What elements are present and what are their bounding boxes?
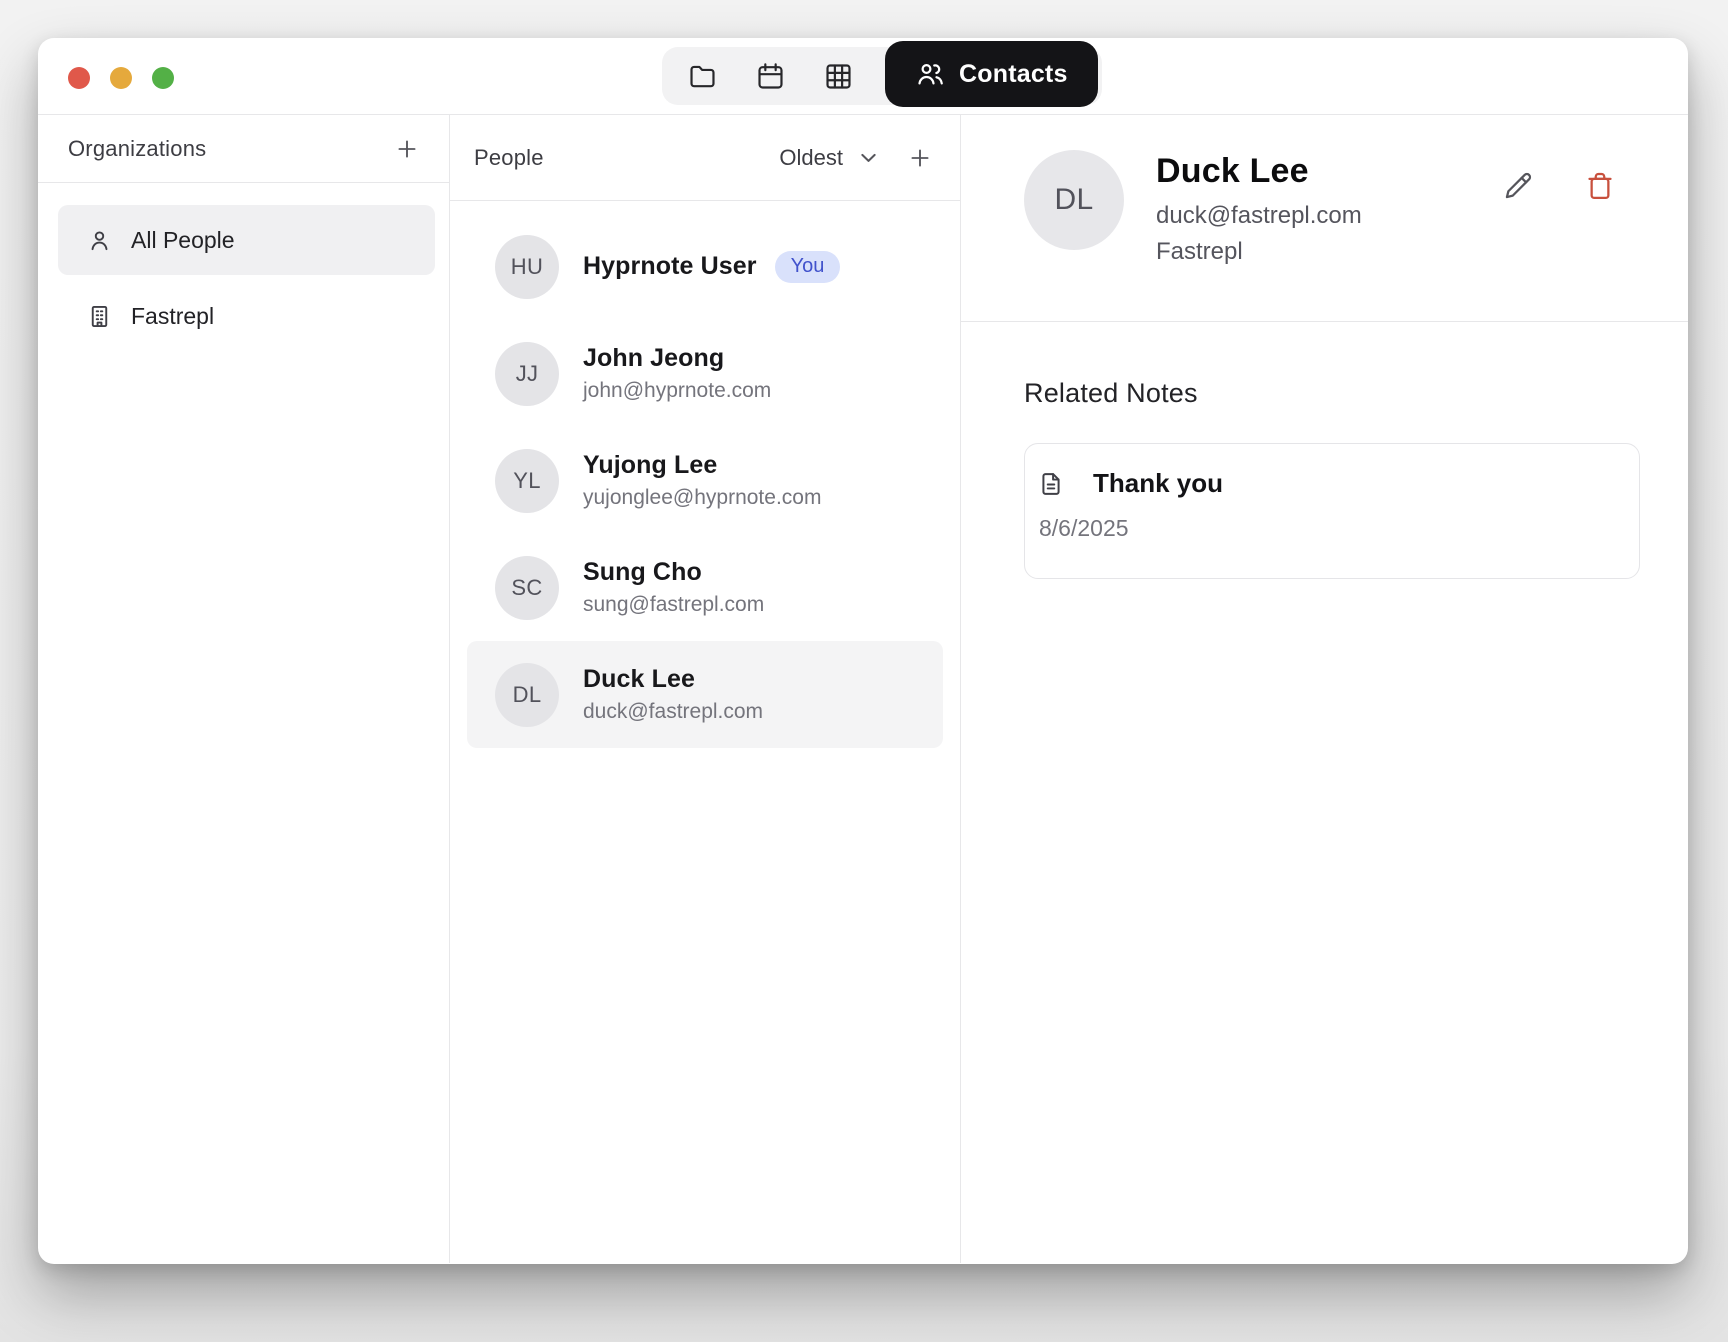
sidebar-item-label: Fastrepl <box>131 303 214 330</box>
person-row-hyprnote-user[interactable]: HU Hyprnote User You <box>467 213 943 320</box>
person-name: Duck Lee <box>583 665 763 694</box>
sidebar-item-fastrepl[interactable]: Fastrepl <box>58 281 435 351</box>
sort-dropdown-value: Oldest <box>779 145 843 171</box>
person-email: yujonglee@hyprnote.com <box>583 486 821 510</box>
trash-icon <box>1583 169 1617 203</box>
calendar-icon <box>755 61 786 92</box>
person-row-yujong-lee[interactable]: YL Yujong Lee yujonglee@hyprnote.com <box>467 427 943 534</box>
add-person-button[interactable] <box>906 144 934 172</box>
person-name: Yujong Lee <box>583 451 821 480</box>
person-icon <box>86 227 113 254</box>
add-organization-button[interactable] <box>393 135 421 163</box>
building-icon <box>86 303 113 330</box>
people-list: HU Hyprnote User You JJ John Jeong john@… <box>450 201 960 748</box>
table-icon <box>823 61 854 92</box>
plus-icon <box>393 135 421 163</box>
person-name: John Jeong <box>583 344 771 373</box>
avatar: SC <box>495 556 559 620</box>
app-window: Contacts Organizations All People <box>38 38 1688 1264</box>
avatar: HU <box>495 235 559 299</box>
edit-contact-button[interactable] <box>1501 169 1535 203</box>
avatar: DL <box>1024 150 1124 250</box>
sidebar-item-label: All People <box>131 227 235 254</box>
minimize-window-button[interactable] <box>110 67 132 89</box>
person-email: duck@fastrepl.com <box>583 700 763 724</box>
zoom-window-button[interactable] <box>152 67 174 89</box>
document-icon <box>1037 470 1065 498</box>
person-row-duck-lee[interactable]: DL Duck Lee duck@fastrepl.com <box>467 641 943 748</box>
traffic-lights <box>68 67 174 89</box>
tab-contacts[interactable]: Contacts <box>885 41 1098 107</box>
contacts-tab-label: Contacts <box>959 60 1068 89</box>
contact-organization: Fastrepl <box>1156 238 1362 266</box>
person-email: john@hyprnote.com <box>583 379 771 403</box>
person-name: Hyprnote User <box>583 252 757 281</box>
sort-dropdown[interactable]: Oldest <box>779 144 882 171</box>
person-row-john-jeong[interactable]: JJ John Jeong john@hyprnote.com <box>467 320 943 427</box>
person-email: sung@fastrepl.com <box>583 593 764 617</box>
organizations-list: All People Fastrepl <box>38 183 449 351</box>
note-date: 8/6/2025 <box>1039 515 1613 542</box>
people-panel: People Oldest <box>450 115 961 1263</box>
related-notes-title: Related Notes <box>1024 378 1640 409</box>
note-title: Thank you <box>1093 468 1223 499</box>
contact-detail-header: DL Duck Lee duck@fastrepl.com Fastrepl <box>961 115 1688 322</box>
related-notes-section: Related Notes Thank you 8/6/2025 <box>961 322 1688 579</box>
chevron-down-icon <box>855 144 882 171</box>
organizations-sidebar: Organizations All People <box>38 115 450 1263</box>
organizations-header: Organizations <box>38 115 449 183</box>
pencil-icon <box>1501 169 1535 203</box>
people-title: People <box>474 145 544 171</box>
window-titlebar: Contacts <box>38 38 1688 115</box>
people-header: People Oldest <box>450 115 960 201</box>
folder-icon <box>687 61 718 92</box>
avatar: JJ <box>495 342 559 406</box>
close-window-button[interactable] <box>68 67 90 89</box>
delete-contact-button[interactable] <box>1583 169 1617 203</box>
contact-name: Duck Lee <box>1156 152 1362 191</box>
person-row-sung-cho[interactable]: SC Sung Cho sung@fastrepl.com <box>467 534 943 641</box>
contact-detail-panel: DL Duck Lee duck@fastrepl.com Fastrepl <box>961 115 1688 1263</box>
tab-table[interactable] <box>804 47 872 105</box>
tab-calendar[interactable] <box>736 47 804 105</box>
contact-email: duck@fastrepl.com <box>1156 202 1362 230</box>
tab-notes[interactable] <box>668 47 736 105</box>
plus-icon <box>906 144 934 172</box>
note-card-thank-you[interactable]: Thank you 8/6/2025 <box>1024 443 1640 579</box>
avatar: YL <box>495 449 559 513</box>
users-icon <box>915 59 945 89</box>
organizations-title: Organizations <box>68 136 206 162</box>
avatar: DL <box>495 663 559 727</box>
you-badge: You <box>775 251 841 283</box>
person-name: Sung Cho <box>583 558 764 587</box>
sidebar-item-all-people[interactable]: All People <box>58 205 435 275</box>
